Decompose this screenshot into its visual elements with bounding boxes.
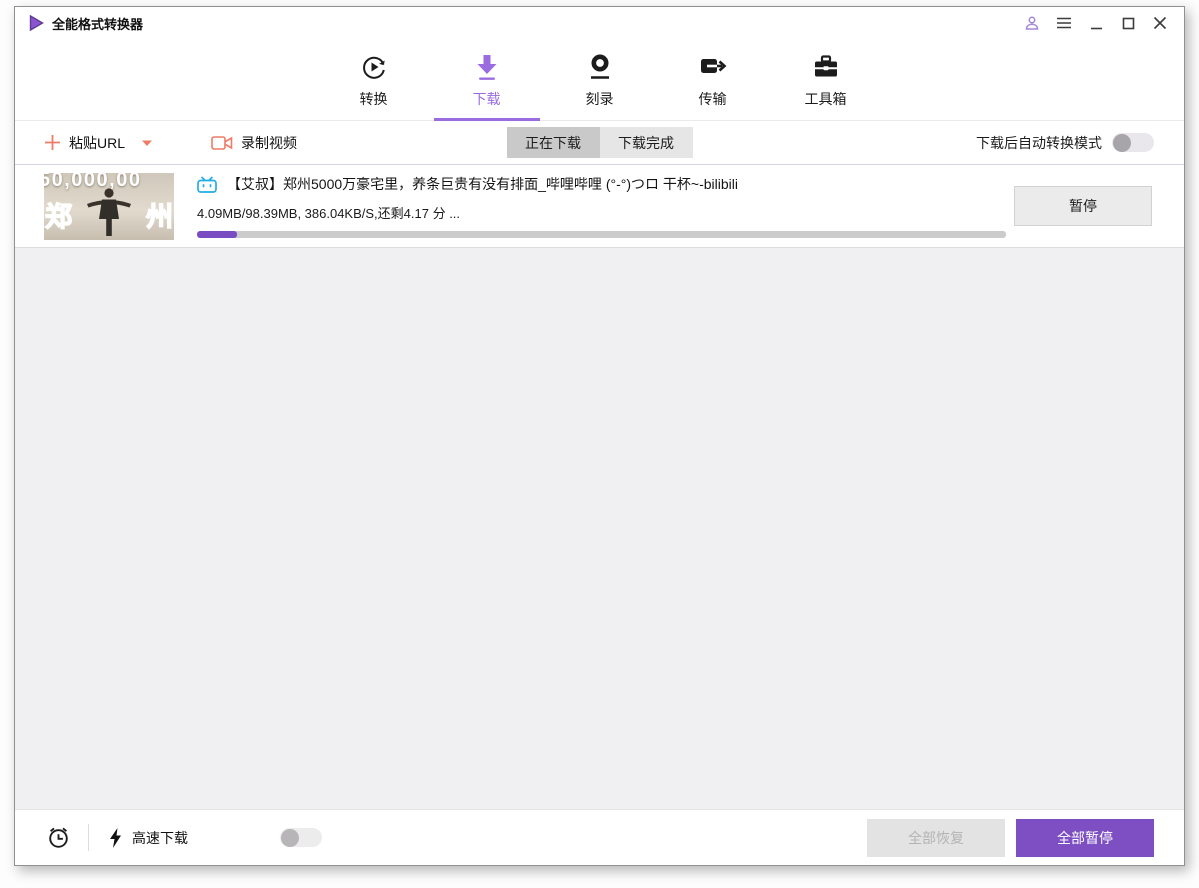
download-item-row: 50,000,00 郑 州 【艾叔】郑州5000万豪宅里，养条巨贵有没有排面_哔… <box>15 165 1184 248</box>
thumbnail-person-figure <box>87 187 131 236</box>
alarm-clock-icon[interactable] <box>46 825 71 850</box>
download-title: 【艾叔】郑州5000万豪宅里，养条巨贵有没有排面_哔哩哔哩 (°-°)つロ 干杯… <box>227 176 738 192</box>
speed-download-toggle[interactable] <box>280 828 322 847</box>
bilibili-icon <box>197 175 217 193</box>
nav-tab-label: 工具箱 <box>804 91 847 107</box>
close-icon[interactable] <box>1148 12 1172 34</box>
lightning-icon <box>110 827 121 848</box>
download-item-info: 【艾叔】郑州5000万豪宅里，养条巨贵有没有排面_哔哩哔哩 (°-°)つロ 干杯… <box>197 174 1006 238</box>
download-icon <box>474 52 500 82</box>
toggle-knob <box>281 828 299 847</box>
download-progress-text: 4.09MB/98.39MB, 386.04KB/S,还剩4.17 分 ... <box>197 206 461 221</box>
plus-icon <box>45 135 60 150</box>
auto-convert-group: 下载后自动转换模式 <box>976 133 1154 153</box>
toggle-knob <box>1113 133 1131 152</box>
app-logo-icon <box>29 15 44 31</box>
nav-tab-label: 下载 <box>472 91 501 107</box>
video-thumbnail: 50,000,00 郑 州 <box>44 172 174 240</box>
nav-tab-label: 刻录 <box>585 91 614 107</box>
titlebar: 全能格式转换器 <box>15 7 1184 39</box>
paste-url-label: 粘贴URL <box>69 134 126 151</box>
app-title: 全能格式转换器 <box>52 16 144 32</box>
download-status-tabs: 正在下载 下载完成 <box>506 127 693 158</box>
footer-bar: 高速下载 全部恢复 全部暂停 <box>15 809 1184 865</box>
speed-download-label: 高速下载 <box>132 829 188 846</box>
app-window: 全能格式转换器 转换 下载 刻录 传输 工具箱 粘贴URL 录制视频 正在下载 … <box>14 6 1185 866</box>
auto-convert-toggle[interactable] <box>1112 133 1154 152</box>
tab-downloading[interactable]: 正在下载 <box>506 127 600 158</box>
paste-url-button[interactable]: 粘贴URL <box>44 133 153 153</box>
tab-burn[interactable]: 刻录 <box>568 39 632 120</box>
nav-tab-label: 传输 <box>698 91 727 107</box>
record-video-button[interactable]: 录制视频 <box>211 133 297 153</box>
auto-convert-label: 下载后自动转换模式 <box>976 134 1102 151</box>
pause-all-button[interactable]: 全部暂停 <box>1016 818 1154 857</box>
pause-button[interactable]: 暂停 <box>1014 186 1152 226</box>
toolbox-icon <box>812 52 840 82</box>
tab-transfer[interactable]: 传输 <box>681 39 745 120</box>
main-nav: 转换 下载 刻录 传输 工具箱 <box>15 39 1184 121</box>
person-icon[interactable] <box>1020 12 1044 34</box>
thumbnail-char-left: 郑 <box>44 201 72 232</box>
convert-icon <box>360 52 388 82</box>
download-list-area <box>15 248 1184 809</box>
toolbar: 粘贴URL 录制视频 正在下载 下载完成 下载后自动转换模式 <box>15 121 1184 165</box>
speed-download-group: 高速下载 <box>108 827 188 849</box>
speed-toggle-wrap <box>280 828 322 847</box>
nav-tab-label: 转换 <box>359 91 388 107</box>
tab-toolbox[interactable]: 工具箱 <box>794 39 858 120</box>
progress-fill <box>197 231 238 238</box>
caret-down-icon[interactable] <box>141 139 153 147</box>
hamburger-icon[interactable] <box>1052 12 1076 34</box>
tab-convert[interactable]: 转换 <box>342 39 406 120</box>
footer-divider <box>88 824 89 851</box>
video-camera-icon <box>211 135 233 150</box>
transfer-icon <box>699 52 727 82</box>
tab-download-complete[interactable]: 下载完成 <box>599 127 693 158</box>
minimize-icon[interactable] <box>1084 12 1108 34</box>
resume-all-button[interactable]: 全部恢复 <box>867 818 1005 857</box>
burn-icon <box>587 52 613 82</box>
thumbnail-char-right: 州 <box>145 201 173 232</box>
tab-download[interactable]: 下载 <box>433 39 540 121</box>
maximize-icon[interactable] <box>1116 12 1140 34</box>
progress-bar <box>197 231 1006 238</box>
record-video-label: 录制视频 <box>241 134 298 151</box>
